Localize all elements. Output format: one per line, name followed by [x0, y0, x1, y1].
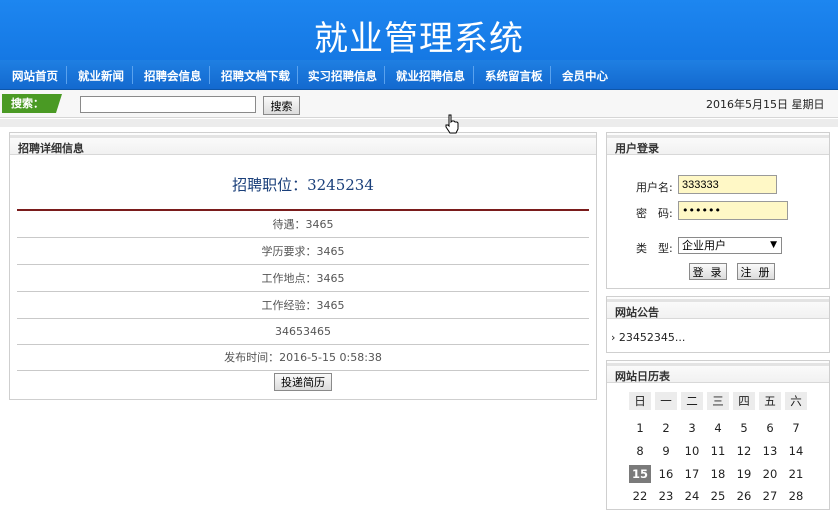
- calendar-day[interactable]: 20: [759, 465, 781, 483]
- nav-job-recruit[interactable]: 就业招聘信息: [396, 68, 465, 84]
- calendar-day[interactable]: 3: [681, 419, 703, 437]
- calendar-weekday: 五: [759, 392, 781, 410]
- calendar-weekday: 三: [707, 392, 729, 410]
- username-field[interactable]: [678, 175, 777, 194]
- password-label: 密 码:: [636, 207, 673, 220]
- calendar-day[interactable]: 7: [785, 419, 807, 437]
- calendar-today[interactable]: 15: [629, 465, 651, 483]
- calendar-day[interactable]: 12: [733, 442, 755, 460]
- nav-divider: [66, 66, 67, 84]
- search-bar: 搜索： 搜索 2016年5月15日 星期日: [0, 90, 838, 118]
- site-title: 就业管理系统: [314, 19, 524, 59]
- triangle-down-icon: ▼: [770, 240, 777, 250]
- panel-title: 网站公告: [615, 306, 659, 319]
- panel-header: 招聘详细信息: [10, 133, 596, 155]
- detail-salary: 待遇：3465: [17, 212, 589, 238]
- job-title: 招聘职位：3245234: [232, 176, 374, 194]
- panel-header: 用户登录: [607, 133, 829, 155]
- calendar-day[interactable]: 8: [629, 442, 651, 460]
- password-field[interactable]: ••••••: [678, 201, 788, 220]
- chevron-right-icon: ›: [611, 331, 616, 344]
- nav-guestbook[interactable]: 系统留言板: [485, 68, 543, 84]
- header-banner: 就业管理系统: [0, 0, 838, 60]
- user-type-value: 企业用户: [682, 239, 726, 252]
- calendar-day[interactable]: 4: [707, 419, 729, 437]
- calendar-day[interactable]: 25: [707, 487, 729, 505]
- calendar-day[interactable]: 6: [759, 419, 781, 437]
- detail-description: 34653465: [17, 319, 589, 345]
- search-input[interactable]: [80, 96, 256, 113]
- detail-location: 工作地点：3465: [17, 266, 589, 292]
- detail-experience: 工作经验：3465: [17, 293, 589, 319]
- nav-divider: [550, 66, 551, 84]
- nav-member-center[interactable]: 会员中心: [562, 68, 608, 84]
- panel-title: 用户登录: [615, 142, 659, 155]
- current-date: 2016年5月15日 星期日: [706, 98, 825, 111]
- nav-job-fair[interactable]: 招聘会信息: [144, 68, 202, 84]
- job-detail-panel: 招聘详细信息 招聘职位：3245234 待遇：3465 学历要求：3465 工作…: [9, 132, 597, 400]
- calendar-day[interactable]: 2: [655, 419, 677, 437]
- login-button[interactable]: 登 录: [689, 263, 727, 280]
- calendar-day[interactable]: 11: [707, 442, 729, 460]
- nav-divider: [297, 66, 298, 84]
- calendar-day[interactable]: 1: [629, 419, 651, 437]
- panel-header: 网站公告: [607, 297, 829, 319]
- detail-publish-time: 发布时间：2016-5-15 0:58:38: [17, 345, 589, 371]
- detail-education: 学历要求：3465: [17, 239, 589, 265]
- main-nav: 网站首页 就业新闻 招聘会信息 招聘文档下载 实习招聘信息 就业招聘信息 系统留…: [0, 60, 838, 90]
- hand-pointer-icon: [445, 114, 459, 134]
- calendar-day[interactable]: 5: [733, 419, 755, 437]
- notice-item[interactable]: › 23452345...: [611, 331, 685, 344]
- panel-title: 招聘详细信息: [18, 142, 84, 155]
- panel-header: 网站日历表: [607, 361, 829, 383]
- title-divider: [17, 209, 589, 211]
- calendar-day[interactable]: 17: [681, 465, 703, 483]
- calendar-day[interactable]: 22: [629, 487, 651, 505]
- nav-home[interactable]: 网站首页: [12, 68, 58, 84]
- user-type-select[interactable]: 企业用户 ▼: [678, 237, 782, 254]
- calendar-day[interactable]: 18: [707, 465, 729, 483]
- calendar-weekday: 日: [629, 392, 651, 410]
- username-label: 用户名:: [636, 181, 673, 194]
- notice-item-label: 23452345...: [618, 331, 686, 344]
- calendar-panel: 网站日历表 日一二三四五六 1 2 3 4 5 6 7 8 9 10 11 12 13 14 15 16 17 18…: [606, 360, 830, 510]
- type-label: 类 型:: [636, 242, 673, 255]
- search-label: 搜索：: [2, 94, 62, 113]
- search-button[interactable]: 搜索: [263, 96, 300, 115]
- calendar-day[interactable]: 14: [785, 442, 807, 460]
- calendar-day[interactable]: 23: [655, 487, 677, 505]
- register-button[interactable]: 注 册: [737, 263, 775, 280]
- calendar-day[interactable]: 19: [733, 465, 755, 483]
- calendar-day[interactable]: 27: [759, 487, 781, 505]
- nav-divider: [473, 66, 474, 84]
- calendar-day[interactable]: 28: [785, 487, 807, 505]
- calendar-weekday: 二: [681, 392, 703, 410]
- panel-title: 网站日历表: [615, 370, 670, 383]
- calendar-day[interactable]: 9: [655, 442, 677, 460]
- nav-doc-download[interactable]: 招聘文档下载: [221, 68, 290, 84]
- calendar-weekday: 一: [655, 392, 677, 410]
- calendar-day[interactable]: 16: [655, 465, 677, 483]
- calendar-day[interactable]: 24: [681, 487, 703, 505]
- notice-panel: 网站公告 › 23452345...: [606, 296, 830, 353]
- calendar-day[interactable]: 13: [759, 442, 781, 460]
- divider-strip: [0, 119, 838, 127]
- calendar-weekday: 四: [733, 392, 755, 410]
- calendar-day[interactable]: 21: [785, 465, 807, 483]
- nav-employment-news[interactable]: 就业新闻: [78, 68, 124, 84]
- calendar-day[interactable]: 10: [681, 442, 703, 460]
- nav-divider: [132, 66, 133, 84]
- login-panel: 用户登录 用户名: 密 码: •••••• 类 型: 企业用户 ▼ 登 录 注 …: [606, 132, 830, 289]
- calendar-day[interactable]: 26: [733, 487, 755, 505]
- calendar-weekday: 六: [785, 392, 807, 410]
- nav-divider: [384, 66, 385, 84]
- nav-internship[interactable]: 实习招聘信息: [308, 68, 377, 84]
- nav-divider: [209, 66, 210, 84]
- submit-resume-button[interactable]: 投递简历: [274, 373, 332, 391]
